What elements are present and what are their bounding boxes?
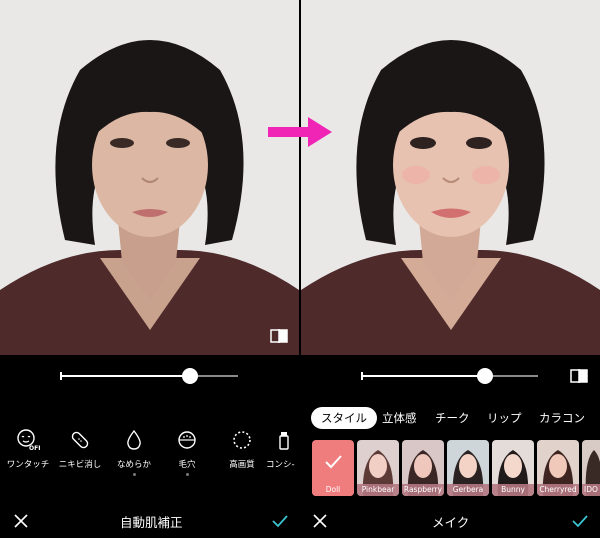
check-icon: [325, 455, 342, 469]
svg-text:OFF: OFF: [29, 445, 40, 452]
style-thumb-bunny[interactable]: Bunny: [492, 440, 534, 496]
tab-cheek[interactable]: チーク: [435, 407, 470, 429]
style-name: Gerbera: [447, 484, 489, 496]
tool-one-touch[interactable]: OFF ワンタッチ: [0, 428, 56, 470]
tab-lip[interactable]: リップ: [487, 407, 522, 429]
tool-smooth[interactable]: なめらか: [106, 428, 162, 476]
concealer-icon: [279, 432, 289, 450]
one-touch-off-icon: OFF: [17, 429, 40, 452]
adjusted-dot: [185, 473, 189, 476]
compare-icon[interactable]: [270, 329, 288, 343]
style-thumb-cherryred[interactable]: Cherryred: [537, 440, 579, 496]
tool-concealer[interactable]: コンシ-: [264, 428, 304, 470]
tool-label: ニキビ消し: [58, 460, 102, 470]
app-screen: OFF ワンタッチ ニキビ消し なめらか 毛穴 高画質: [0, 0, 600, 538]
style-thumb-pinkbear[interactable]: Pinkbear: [357, 440, 399, 496]
check-icon[interactable]: [272, 514, 288, 528]
tool-pores[interactable]: 毛穴: [159, 428, 215, 476]
tool-label: ワンタッチ: [6, 460, 50, 470]
close-icon[interactable]: [14, 514, 28, 528]
slider-fill: [61, 375, 190, 377]
adjusted-dot: [132, 473, 136, 476]
water-drop-icon: [127, 429, 141, 450]
check-icon[interactable]: [572, 514, 588, 528]
style-name: Cherryred: [537, 484, 579, 496]
tab-contour[interactable]: 立体感: [382, 407, 417, 429]
tool-label: 高画質: [229, 460, 255, 470]
pores-icon: [178, 431, 196, 449]
left-panel-title: 自動肌補正: [120, 515, 183, 530]
arrow-right-icon: [268, 117, 332, 147]
tool-label: コンシ-: [266, 460, 295, 470]
style-thumb-gerbera[interactable]: Gerbera: [447, 440, 489, 496]
style-name: IDO: [582, 484, 600, 496]
slider-knob[interactable]: [182, 368, 198, 384]
style-thumb-doll[interactable]: Doll: [312, 440, 354, 496]
slider-fill: [362, 375, 485, 377]
tool-acne[interactable]: ニキビ消し: [52, 428, 108, 470]
compare-icon[interactable]: [570, 369, 588, 383]
tab-color-contact[interactable]: カラコン: [539, 407, 585, 429]
tool-hd[interactable]: 高画質: [214, 428, 270, 470]
style-name: Bunny: [492, 484, 534, 496]
slider-knob[interactable]: [477, 368, 493, 384]
tab-style[interactable]: スタイル: [311, 407, 377, 429]
style-thumb-raspberry[interactable]: Raspberry: [402, 440, 444, 496]
tool-label: なめらか: [116, 460, 151, 470]
before-photo: [0, 0, 299, 355]
style-name: Doll: [312, 484, 354, 496]
dotted-circle-icon: [233, 431, 251, 449]
right-panel-title: メイク: [432, 515, 470, 530]
after-photo: [301, 0, 600, 355]
tool-label: 毛穴: [178, 460, 196, 470]
close-icon[interactable]: [313, 514, 327, 528]
bandage-icon: [71, 431, 89, 449]
style-name: Raspberry: [402, 484, 444, 496]
style-thumb-ido[interactable]: IDO: [582, 440, 600, 496]
style-name: Pinkbear: [357, 484, 399, 496]
